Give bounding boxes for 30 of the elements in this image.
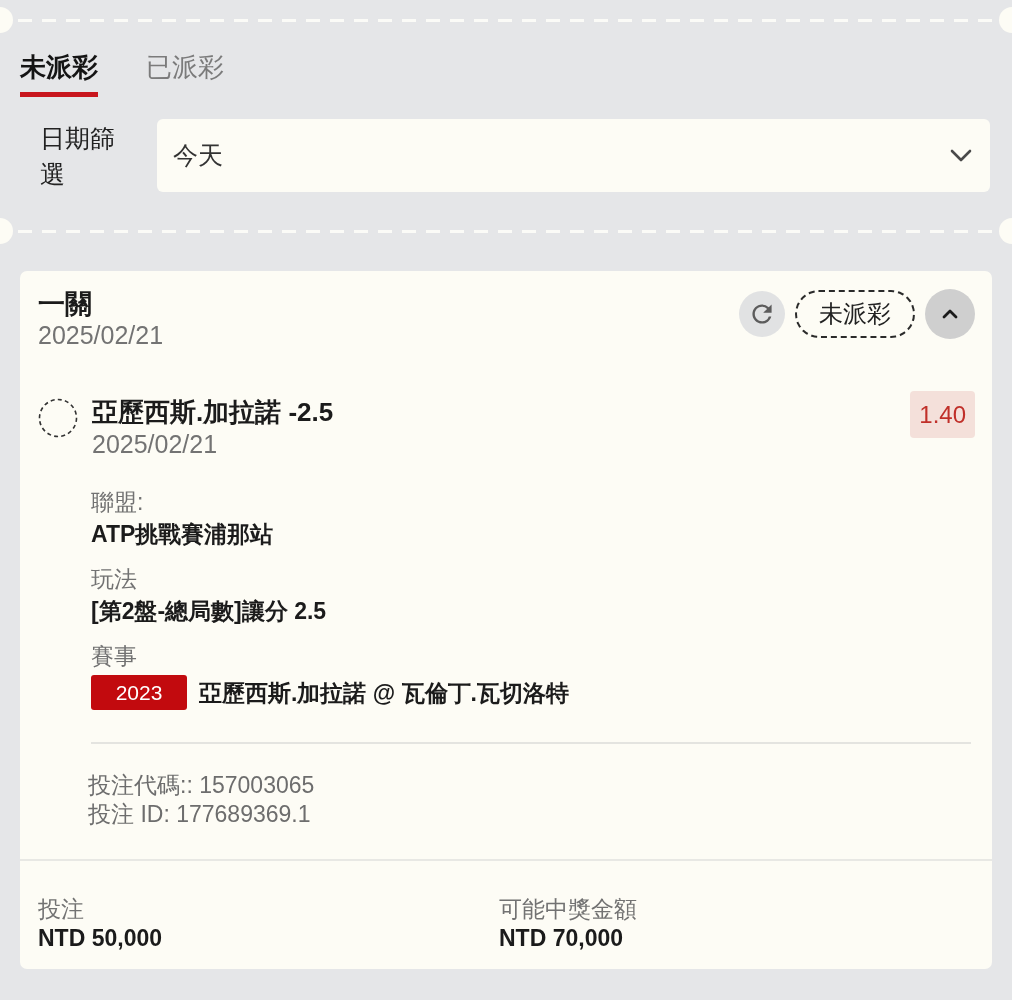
bet-date: 2025/02/21: [38, 320, 164, 350]
status-badge: 未派彩: [795, 290, 915, 338]
odds-badge: 1.40: [910, 391, 975, 438]
summary-label: 投注: [38, 895, 85, 924]
match-name: 亞歷西斯.加拉諾 @ 瓦倫丁.瓦切洛特: [199, 678, 569, 708]
bet-code: 投注 ID: 177689369.1: [88, 800, 312, 829]
edge-notch: [0, 7, 13, 33]
detail-value: [第2盤-總局數]讓分 2.5: [91, 597, 328, 626]
bet-type-title: 一關: [38, 288, 93, 320]
detail-label: 玩法: [91, 565, 138, 594]
chevron-up-icon[interactable]: [925, 289, 975, 339]
summary-label: 可能中獎金額: [499, 895, 638, 924]
edge-notch: [999, 218, 1012, 244]
bet-code: 投注代碼:: 157003065: [88, 771, 316, 800]
filter-label: 日期篩選: [40, 122, 116, 190]
summary-value: NTD 50,000: [38, 924, 163, 953]
edge-notch: [0, 218, 13, 244]
detail-label: 聯盟:: [91, 488, 145, 517]
summary-value: NTD 70,000: [499, 924, 624, 953]
refresh-icon[interactable]: [739, 291, 785, 337]
dashed-circle-icon: [38, 398, 78, 438]
year-tag: 2023: [91, 675, 187, 710]
tab[interactable]: 未派彩: [20, 50, 98, 97]
detail-label: 賽事: [91, 642, 138, 671]
selection-title: 亞歷西斯.加拉諾 -2.5: [92, 396, 335, 429]
date-select[interactable]: 今天: [157, 119, 990, 192]
chevron-down-icon: [950, 149, 972, 162]
edge-notch: [999, 7, 1012, 33]
detail-value: ATP挑戰賽浦那站: [91, 520, 275, 549]
selection-date: 2025/02/21: [92, 429, 219, 459]
